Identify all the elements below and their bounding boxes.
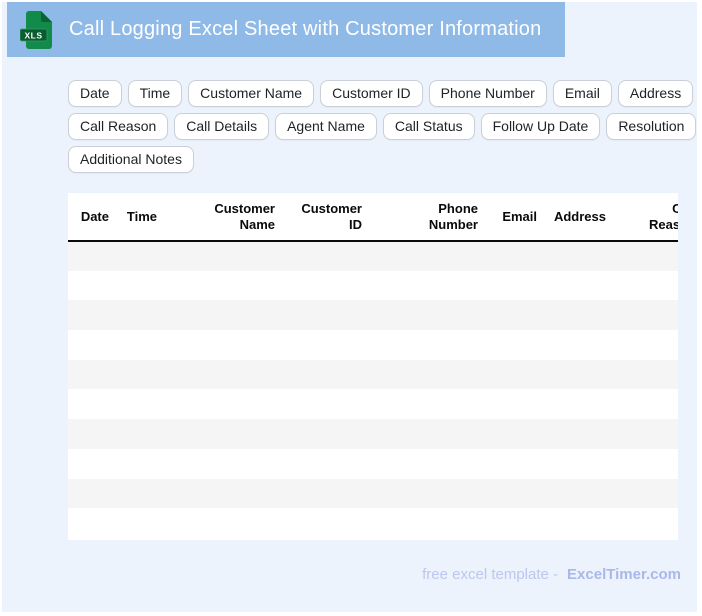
chip-date[interactable]: Date (68, 80, 122, 107)
table-row (68, 478, 678, 509)
column-header-address: Address (553, 208, 606, 224)
chip-call-details[interactable]: Call Details (174, 113, 270, 140)
table-row (68, 241, 678, 271)
xls-file-icon: XLS (20, 10, 52, 49)
call-log-table: Date Time Customer Name Customer ID Phone Nu… (68, 193, 678, 538)
tag-chips: Date Time Customer Name Customer ID Phone Nu… (68, 80, 697, 179)
table-row (68, 359, 678, 390)
footer-brand-link[interactable]: ExcelTimer.com (567, 566, 681, 584)
xls-badge-text: XLS (24, 30, 42, 40)
spreadsheet-preview: Date Time Customer Name Customer ID Phone Nu… (68, 193, 678, 540)
chip-additional-notes[interactable]: Additional Notes (68, 146, 194, 173)
column-header-phone-number: Phone Number (428, 200, 478, 232)
chip-agent-name[interactable]: Agent Name (275, 113, 377, 140)
chip-customer-id[interactable]: Customer ID (320, 80, 423, 107)
table-row (68, 330, 678, 360)
table-row (68, 300, 678, 331)
chip-phone-number[interactable]: Phone Number (428, 80, 547, 107)
table-body (68, 241, 678, 538)
chip-row: Additional Notes (68, 146, 696, 173)
footer: free excel template - ExcelTimer.com (422, 566, 681, 584)
chip-row: Date Time Customer Name Customer ID Phone Nu… (68, 80, 696, 107)
footer-text: free excel template - (422, 566, 559, 583)
chip-call-status[interactable]: Call Status (382, 113, 475, 140)
column-header-time: Time (126, 208, 157, 224)
table-row (68, 270, 678, 301)
table-header-row: Date Time Customer Name Customer ID Phone Nu… (68, 193, 678, 241)
page-title: Call Logging Excel Sheet with Customer I… (69, 18, 542, 40)
chip-customer-name[interactable]: Customer Name (188, 80, 315, 107)
chip-time[interactable]: Time (127, 80, 183, 107)
chip-follow-up-date[interactable]: Follow Up Date (480, 113, 601, 140)
chip-resolution[interactable]: Resolution (606, 113, 697, 140)
column-header-call-reason: Call Reason (649, 201, 678, 232)
header-bar: XLS Call Logging Excel Sheet with Custom… (7, 2, 565, 57)
column-header-customer-name: Customer Name (214, 200, 275, 232)
table-row (68, 508, 678, 538)
table-row (68, 389, 678, 420)
chip-row: Call Reason Call Details Agent Name Call St… (68, 113, 697, 140)
chip-call-reason[interactable]: Call Reason (68, 113, 169, 140)
column-header-email: Email (502, 208, 537, 224)
column-header-customer-id: Customer ID (301, 200, 362, 232)
chip-email[interactable]: Email (552, 80, 612, 107)
table-row (68, 419, 678, 449)
column-header-date: Date (80, 208, 109, 224)
table-row (68, 448, 678, 479)
chip-address[interactable]: Address (617, 80, 694, 107)
